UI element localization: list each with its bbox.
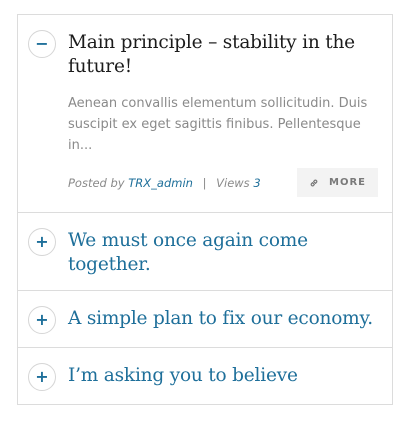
- accordion-title[interactable]: Main principle – stability in the future…: [68, 31, 380, 79]
- accordion-header[interactable]: + We must once again come together.: [18, 213, 392, 277]
- accordion-item: + A simple plan to fix our economy.: [18, 291, 392, 348]
- views-label: Views: [216, 175, 250, 190]
- expand-toggle-icon[interactable]: +: [28, 306, 56, 334]
- accordion-item-open: − Main principle – stability in the futu…: [18, 15, 392, 213]
- link-icon: [309, 178, 319, 188]
- more-button-label: MORE: [329, 177, 366, 188]
- accordion-title[interactable]: I’m asking you to believe: [68, 364, 298, 388]
- accordion-body: Aenean convallis elementum sollicitudin.…: [18, 79, 392, 212]
- post-meta: Posted by TRX_admin | Views 3 MORE: [68, 168, 378, 197]
- post-meta-info: Posted by TRX_admin | Views 3: [68, 176, 261, 190]
- accordion-header[interactable]: + A simple plan to fix our economy.: [18, 291, 392, 334]
- post-excerpt: Aenean convallis elementum sollicitudin.…: [68, 96, 368, 153]
- more-button[interactable]: MORE: [297, 168, 378, 197]
- accordion-header[interactable]: − Main principle – stability in the futu…: [18, 15, 392, 79]
- accordion-title[interactable]: We must once again come together.: [68, 229, 380, 277]
- expand-toggle-icon[interactable]: +: [28, 228, 56, 256]
- collapse-toggle-icon[interactable]: −: [28, 30, 56, 58]
- accordion-item: + We must once again come together.: [18, 213, 392, 291]
- views-count: 3: [253, 175, 261, 190]
- accordion-item: + I’m asking you to believe: [18, 348, 392, 404]
- accordion-header[interactable]: + I’m asking you to believe: [18, 348, 392, 391]
- author-link[interactable]: TRX_admin: [128, 176, 193, 190]
- posted-by-label: Posted by: [68, 175, 125, 190]
- accordion: − Main principle – stability in the futu…: [17, 14, 393, 405]
- accordion-title[interactable]: A simple plan to fix our economy.: [68, 307, 373, 331]
- meta-separator: |: [202, 175, 207, 190]
- expand-toggle-icon[interactable]: +: [28, 363, 56, 391]
